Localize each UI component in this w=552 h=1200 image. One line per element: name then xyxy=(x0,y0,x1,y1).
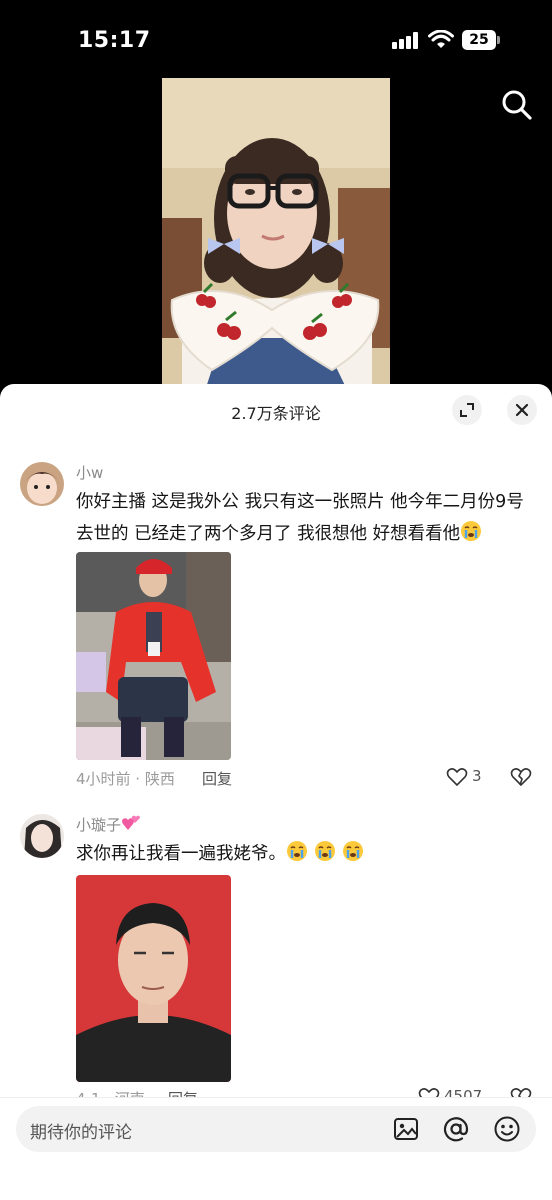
close-button[interactable] xyxy=(507,395,537,425)
close-icon xyxy=(515,403,529,417)
crying-emoji xyxy=(286,840,308,862)
comment-image[interactable] xyxy=(76,552,231,760)
crying-emoji xyxy=(342,840,364,862)
expand-icon xyxy=(460,403,474,417)
battery-indicator: 25 xyxy=(462,30,500,50)
like-button[interactable]: 3 xyxy=(446,766,506,790)
broken-heart-icon xyxy=(510,768,532,787)
comment-input-bar: 期待你的评论 xyxy=(0,1097,552,1200)
battery-level: 25 xyxy=(462,30,496,50)
status-bar: 15:17 25 xyxy=(0,0,552,80)
image-button[interactable] xyxy=(392,1115,420,1143)
wifi-icon xyxy=(428,30,454,48)
status-time: 15:17 xyxy=(78,28,151,53)
reply-button[interactable]: 回复 xyxy=(202,768,232,789)
crying-emoji xyxy=(314,840,336,862)
avatar[interactable] xyxy=(20,814,64,858)
comment-input[interactable]: 期待你的评论 xyxy=(16,1106,536,1152)
search-icon xyxy=(502,90,532,120)
image-icon xyxy=(394,1118,418,1140)
avatar[interactable] xyxy=(20,462,64,506)
comment-image[interactable] xyxy=(76,875,231,1082)
like-count: 3 xyxy=(472,767,482,785)
comment-text: 求你再让我看一遍我姥爷。 xyxy=(76,838,536,870)
comment-meta: 4小时前 · 陕西 xyxy=(76,770,175,788)
comment-text: 你好主播 这是我外公 我只有这一张照片 他今年二月份9号去世的 已经走了两个多月… xyxy=(76,492,524,544)
emoji-icon xyxy=(494,1116,520,1142)
dislike-button[interactable] xyxy=(510,766,532,788)
comment-input-placeholder: 期待你的评论 xyxy=(30,1123,132,1143)
comment-username[interactable]: 小w xyxy=(76,462,103,483)
heart-emoji xyxy=(121,814,141,832)
search-button[interactable] xyxy=(500,88,534,122)
cellular-signal-icon xyxy=(392,31,420,49)
streamer-image xyxy=(162,78,390,400)
video-frame xyxy=(162,78,390,400)
crying-emoji xyxy=(460,520,482,542)
at-icon xyxy=(443,1117,469,1142)
comment-username[interactable]: 小璇子 xyxy=(76,814,141,835)
expand-button[interactable] xyxy=(452,395,482,425)
emoji-button[interactable] xyxy=(493,1115,521,1143)
mention-button[interactable] xyxy=(442,1115,470,1143)
comment-sheet: 2.7万条评论 小w 你好主播 这是我外公 我只有这一张照片 他今年二月份9号去… xyxy=(0,384,552,1200)
heart-icon xyxy=(446,768,468,787)
